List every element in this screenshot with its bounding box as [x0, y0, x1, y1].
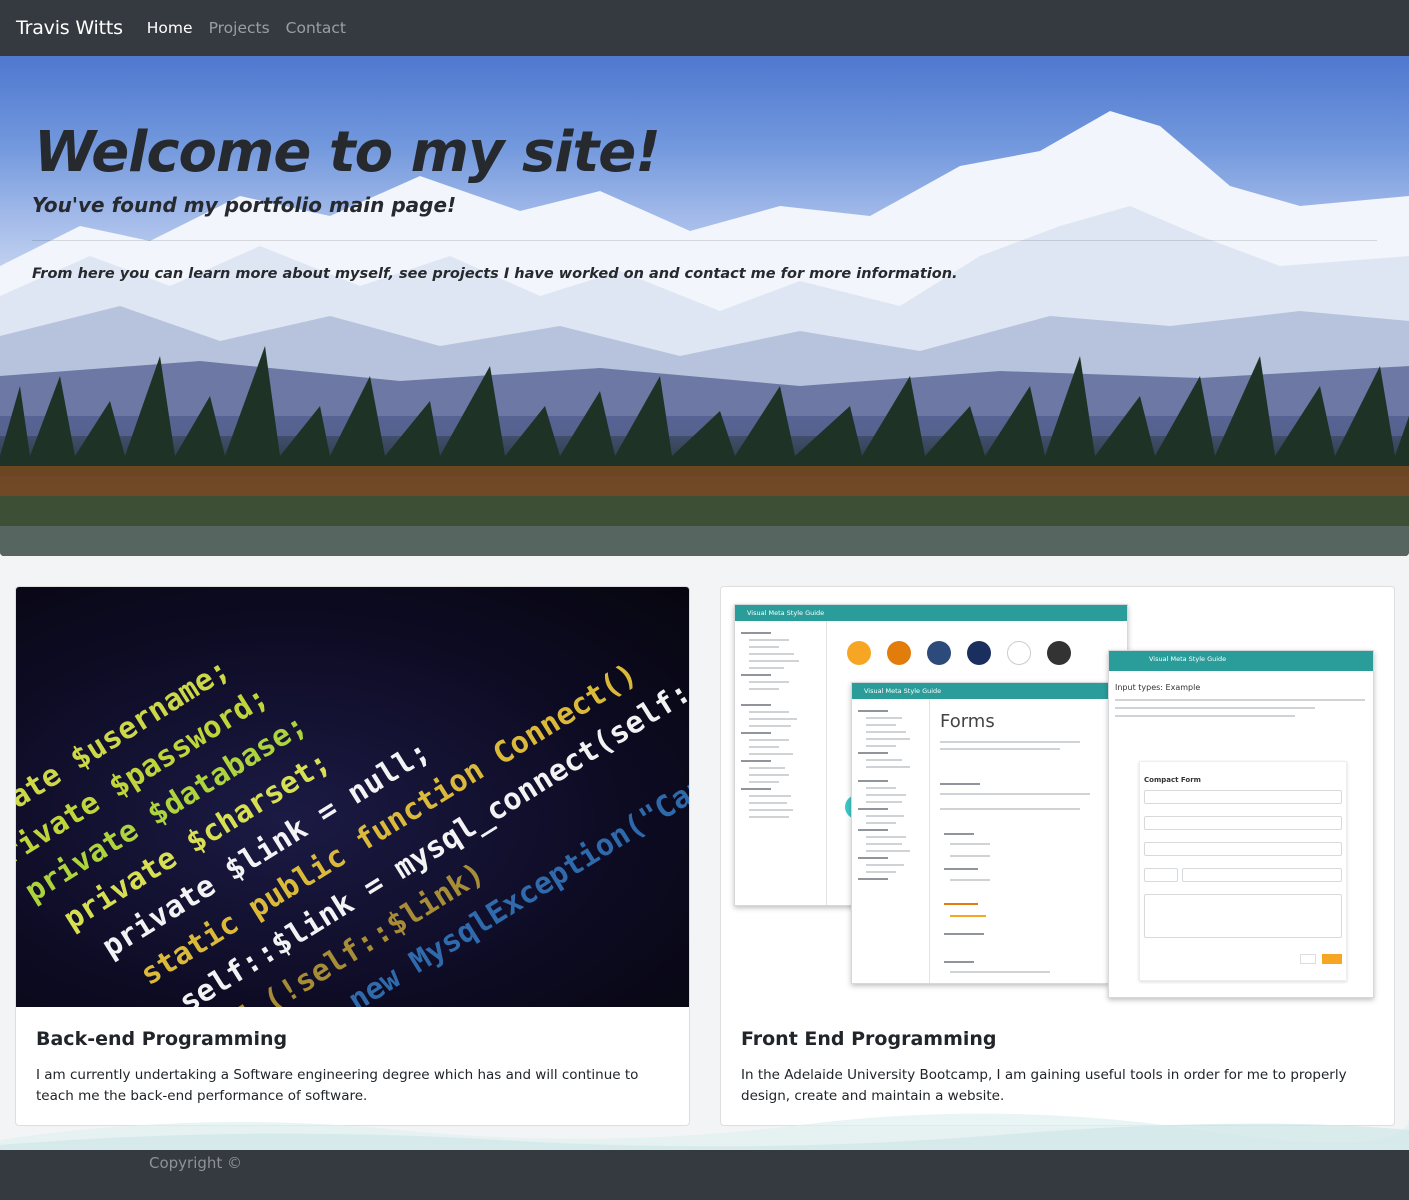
card-title-frontend: Front End Programming [741, 1028, 997, 1050]
window-title: Visual Meta Style Guide [735, 605, 1127, 621]
style-guide-sidebar [852, 699, 930, 983]
copyright-text: Copyright © [149, 1154, 243, 1172]
style-guide-window-forms: Visual Meta Style Guide Forms [851, 682, 1109, 984]
hero-divider [32, 240, 1377, 241]
swatch-6 [1047, 641, 1071, 665]
style-guide-sidebar [735, 621, 827, 905]
nav-link-home[interactable]: Home [147, 19, 193, 37]
compact-form-heading: Compact Form [1144, 776, 1201, 784]
nav-link-contact[interactable]: Contact [286, 19, 346, 37]
nav-link-projects[interactable]: Projects [209, 19, 270, 37]
window-title: Visual Meta Style Guide [852, 683, 1108, 699]
hero-title: Welcome to my site! [34, 120, 661, 185]
card-title-backend: Back-end Programming [36, 1028, 288, 1050]
footer: Copyright © [0, 1150, 1409, 1200]
swatch-2 [887, 641, 911, 665]
swatch-5 [1007, 641, 1031, 665]
hero-lead: From here you can learn more about mysel… [32, 266, 958, 282]
input-types-heading: Input types: Example [1115, 683, 1201, 692]
swatch-1 [847, 641, 871, 665]
backend-card: private $username; private $password; priv… [15, 586, 690, 1126]
swatch-4 [967, 641, 991, 665]
style-guide-image: Visual Meta Style Guide Visual Meta Styl… [721, 587, 1394, 1007]
code-screenshot-image: private $username; private $password; priv… [16, 587, 689, 1007]
frontend-card: Visual Meta Style Guide Visual Meta Styl… [720, 586, 1395, 1126]
hero-subtitle: You've found my portfolio main page! [32, 193, 457, 217]
forms-heading: Forms [940, 711, 995, 732]
brand-link[interactable]: Travis Witts [16, 17, 123, 39]
navbar: Travis Witts Home Projects Contact [0, 0, 1409, 56]
code-text-graphic: private $username;private $password;priv… [16, 608, 689, 1007]
hero-jumbotron: Welcome to my site! You've found my port… [0, 56, 1409, 556]
swatch-3 [927, 641, 951, 665]
style-guide-window-inputs: Visual Meta Style Guide Input types: Exa… [1108, 650, 1374, 998]
window-title-bar: Visual Meta Style Guide [1109, 651, 1373, 671]
footer-wave-decoration [0, 1113, 1409, 1150]
